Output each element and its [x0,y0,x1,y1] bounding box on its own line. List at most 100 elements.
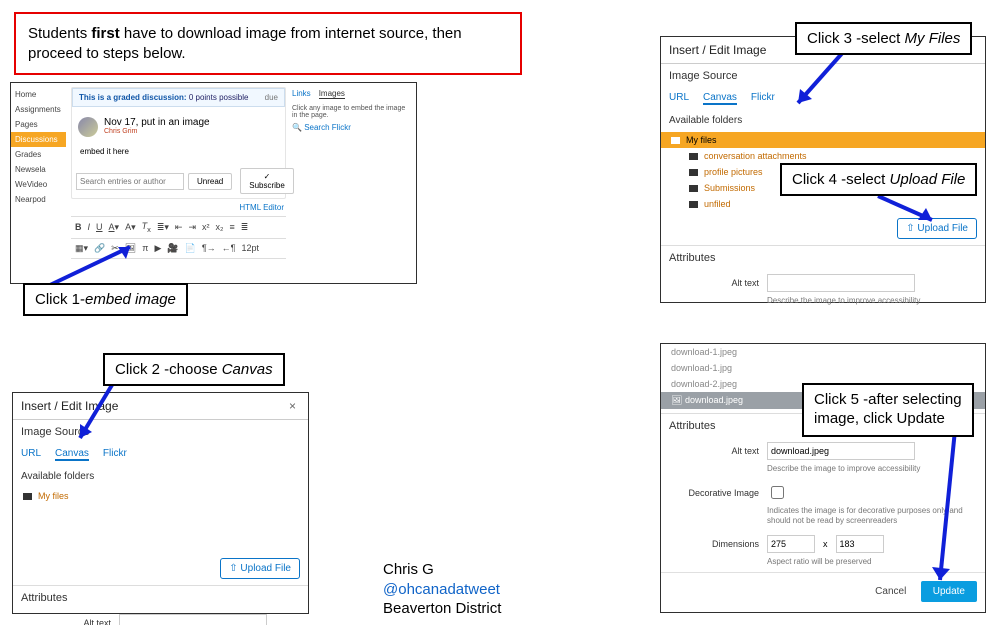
tab-links[interactable]: Links [292,89,311,99]
media-icon[interactable]: ▶ [154,243,161,254]
discussion-author: Chris Grim [104,128,210,135]
callout-text: Click 3 -select [807,30,905,47]
tab-images[interactable]: Images [319,89,345,99]
instruction-banner: Students first have to download image fr… [14,12,522,75]
section-image-source: Image Source [13,420,308,444]
dialog-title: Insert / Edit Image× [13,393,308,420]
file-item[interactable]: download-1.jpg [661,360,985,376]
available-folders-label: Available folders [13,465,308,488]
author-name: Chris G [383,560,501,580]
discussion-title: Nov 17, put in an image [104,117,210,128]
callout-em: Upload File [890,171,966,188]
search-flickr-link[interactable]: 🔍 Search Flickr [292,123,412,132]
folder-icon [689,153,698,160]
folder-my-files[interactable]: My files [13,488,308,504]
dimensions-label: Dimensions [669,539,759,549]
outdent-icon[interactable]: ⇤ [175,222,183,233]
alt-text-input[interactable] [119,614,267,625]
discussion-post: Nov 17, put in an image Chris Grim [72,111,285,143]
text-color-icon[interactable]: A▾ [109,222,120,233]
alt-text-input[interactable] [767,274,915,292]
author-handle[interactable]: @ohcanadatweet [383,581,500,598]
tab-flickr[interactable]: Flickr [751,92,775,105]
callout-step-4: Click 4 -select Upload File [780,163,977,196]
alt-hint: Describe the image to improve accessibil… [661,296,985,311]
list-icon[interactable]: ≡ [230,222,235,232]
underline-icon[interactable]: U [96,222,103,232]
alt-text-label: Alt text [669,446,759,456]
italic-icon[interactable]: I [88,222,91,232]
sub-icon[interactable]: x₂ [216,222,224,232]
banner-text: Students first have to download image fr… [28,25,462,62]
alt-text-label: Alt text [21,618,111,625]
nav-item[interactable]: Assignments [11,102,66,117]
bold-icon[interactable]: B [75,222,82,232]
subfolder[interactable]: conversation attachments [679,148,985,164]
unread-button[interactable]: Unread [188,173,232,190]
height-input[interactable] [836,535,884,553]
decorative-label: Decorative Image [669,488,759,498]
tab-url[interactable]: URL [21,448,41,461]
author-org: Beaverton District [383,599,501,619]
upload-file-button[interactable]: ⇧ Upload File [220,558,300,579]
txt-bold: first [91,25,119,42]
rce-sidebar: Links Images Click any image to embed th… [292,87,412,132]
bg-color-icon[interactable]: A▾ [125,222,136,233]
nav-item[interactable]: Newsela [11,162,66,177]
section-attributes: Attributes [661,246,985,270]
html-editor-link[interactable]: HTML Editor [71,199,286,216]
callout-text: Click 1- [35,291,85,308]
nav-item[interactable]: Nearpod [11,192,66,207]
avatar [78,117,98,137]
callout-text: Click 4 -select [792,171,890,188]
tab-url[interactable]: URL [669,92,689,105]
insert-edit-panel-step2: Insert / Edit Image× Image Source URL Ca… [12,392,309,614]
nav-item[interactable]: Grades [11,147,66,162]
alt-text-label: Alt text [669,278,759,288]
file-item[interactable]: download-1.jpeg [661,344,985,360]
font-size-select[interactable]: 12pt [242,243,260,253]
folder-my-files-open[interactable]: My files [661,132,985,148]
author-credit: Chris G @ohcanadatweet Beaverton Distric… [383,560,501,619]
alt-text-row: Alt text [661,270,985,296]
subscribe-button[interactable]: ✓ Subscribe [240,168,294,194]
callout-em: Canvas [222,361,273,378]
nav-item[interactable]: Pages [11,117,66,132]
callout-em: embed image [85,291,176,308]
alt-text-input[interactable] [767,442,915,460]
callout-step-2: Click 2 -choose Canvas [103,353,285,386]
discussion-main: This is a graded discussion: 0 points po… [71,87,286,259]
rtl-icon[interactable]: ←¶ [222,243,236,253]
source-tabs: URL Canvas Flickr [13,444,308,465]
search-input[interactable] [76,173,184,190]
align-icon[interactable]: ≣▾ [157,222,169,233]
indent-icon[interactable]: ⇥ [188,222,196,233]
width-input[interactable] [767,535,815,553]
nav-item-active[interactable]: Discussions [11,132,66,147]
nav-item[interactable]: WeVideo [11,177,66,192]
alt-text-row: Alt text [13,610,308,625]
notice-b: 0 points possible [189,93,249,102]
callout-text: Click 5 -after selecting [814,391,962,408]
callout-text: Click 2 -choose [115,361,222,378]
decorative-checkbox[interactable] [771,486,784,499]
record-icon[interactable]: 🎥 [167,243,178,254]
super-icon[interactable]: x² [202,222,210,232]
callout-step-3: Click 3 -select My Files [795,22,972,55]
ltr-icon[interactable]: ¶→ [202,243,216,253]
close-icon[interactable]: × [285,399,300,413]
folder-icon [23,493,32,500]
due-label: due [265,93,278,102]
nav-item[interactable]: Home [11,87,66,102]
section-attributes: Attributes [13,586,308,610]
tab-flickr[interactable]: Flickr [103,448,127,461]
numlist-icon[interactable]: ≣ [241,222,249,233]
tab-canvas[interactable]: Canvas [55,448,89,461]
apps-icon[interactable]: 📄 [185,243,196,254]
folder-icon [689,169,698,176]
callout-em: My Files [905,30,961,47]
clear-format-icon[interactable]: Tx [142,221,151,234]
tab-canvas[interactable]: Canvas [703,92,737,105]
arrow-step-5 [900,425,980,595]
grading-notice: This is a graded discussion: 0 points po… [72,88,285,107]
